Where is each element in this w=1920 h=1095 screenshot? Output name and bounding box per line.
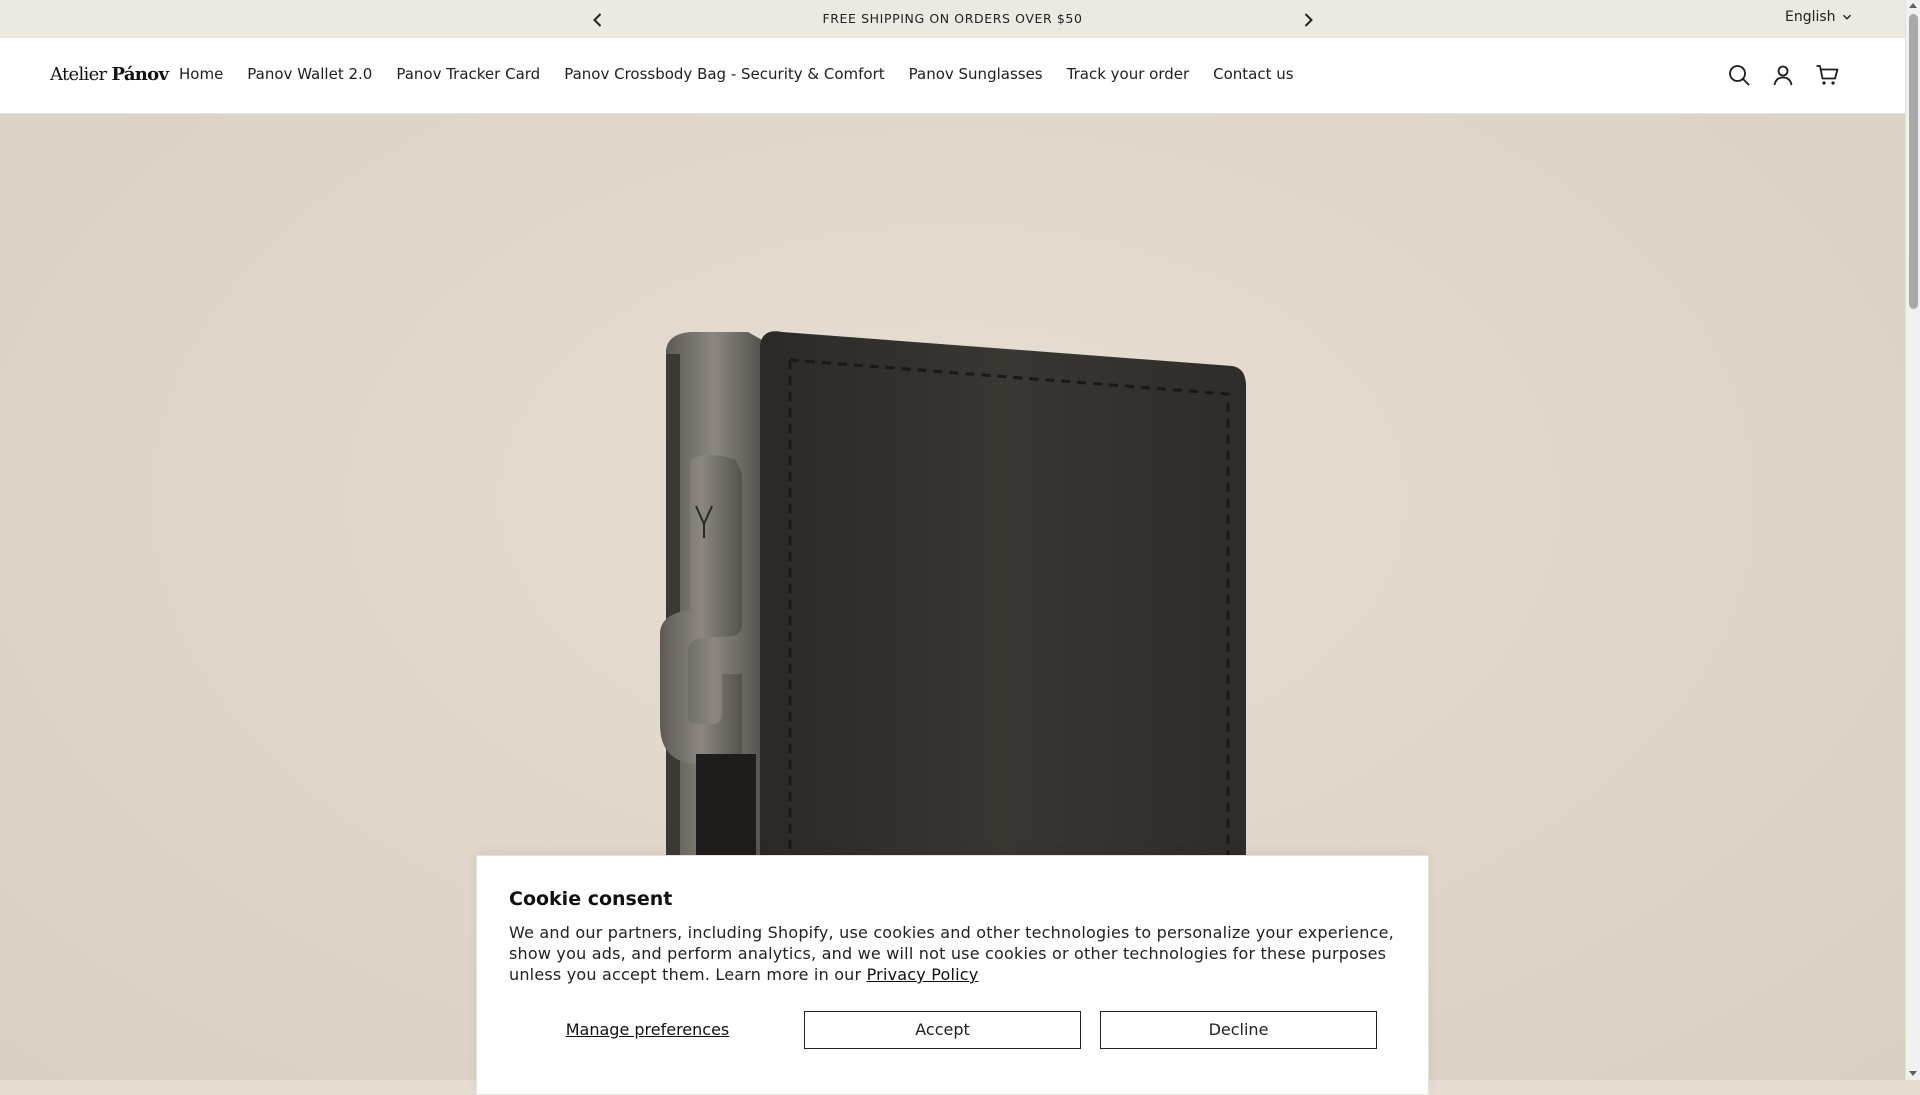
chevron-left-icon[interactable]	[588, 10, 608, 30]
nav-home[interactable]: Home	[179, 65, 223, 83]
nav-panov-tracker-card[interactable]: Panov Tracker Card	[396, 65, 540, 83]
announcement-bar: FREE SHIPPING ON ORDERS OVER $50 English	[0, 0, 1905, 38]
nav-track-order[interactable]: Track your order	[1067, 65, 1190, 83]
language-label: English	[1785, 9, 1836, 25]
decline-button[interactable]: Decline	[1100, 1011, 1377, 1049]
logo-text-bold: Pánov	[111, 64, 169, 85]
scroll-up-arrow-icon[interactable]	[1909, 3, 1917, 8]
announcement-text: FREE SHIPPING ON ORDERS OVER $50	[822, 11, 1083, 26]
chevron-down-icon	[1842, 14, 1851, 20]
manage-preferences-link[interactable]: Manage preferences	[509, 1011, 786, 1049]
site-header: Atelier Pánov Home Panov Wallet 2.0 Pano…	[0, 38, 1905, 114]
cookie-consent-banner: Cookie consent We and our partners, incl…	[476, 855, 1429, 1095]
accept-button[interactable]: Accept	[804, 1011, 1081, 1049]
nav-contact-us[interactable]: Contact us	[1213, 65, 1293, 83]
scrollbar-thumb[interactable]	[1909, 14, 1918, 309]
logo-text-light: Atelier	[50, 64, 112, 85]
cookie-body: We and our partners, including Shopify, …	[509, 922, 1399, 985]
nav-panov-crossbody-bag[interactable]: Panov Crossbody Bag - Security & Comfort	[564, 65, 884, 83]
brand-logo[interactable]: Atelier Pánov	[50, 64, 169, 85]
nav-panov-sunglasses[interactable]: Panov Sunglasses	[909, 65, 1043, 83]
main-nav: Home Panov Wallet 2.0 Panov Tracker Card…	[179, 65, 1318, 83]
nav-panov-wallet[interactable]: Panov Wallet 2.0	[247, 65, 372, 83]
language-selector[interactable]: English	[1785, 9, 1852, 25]
header-actions	[1727, 63, 1839, 87]
chevron-right-icon[interactable]	[1298, 10, 1318, 30]
cart-icon[interactable]	[1815, 63, 1839, 87]
search-icon[interactable]	[1727, 63, 1751, 87]
privacy-policy-link[interactable]: Privacy Policy	[867, 965, 979, 984]
scroll-down-arrow-icon[interactable]	[1909, 1071, 1917, 1076]
page-scrollbar[interactable]	[1905, 0, 1920, 1080]
cookie-title: Cookie consent	[509, 888, 673, 910]
account-icon[interactable]	[1771, 63, 1795, 87]
